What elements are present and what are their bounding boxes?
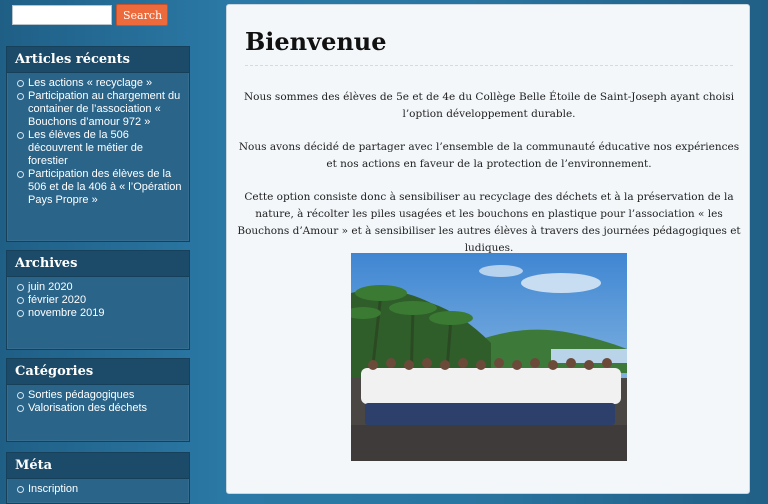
- main-content: Bienvenue Nous sommes des élèves de 5e e…: [226, 4, 750, 494]
- intro-paragraph: Cette option consiste donc à sensibilise…: [237, 191, 741, 254]
- group-photo-image: [351, 253, 627, 461]
- group-photo: [351, 253, 627, 461]
- widget-title-meta: Méta: [7, 453, 189, 479]
- archives-list: juin 2020 février 2020 novembre 2019: [7, 277, 189, 326]
- search-form: Search: [12, 4, 168, 26]
- widget-title-archives: Archives: [7, 251, 189, 277]
- categories-list: Sorties pédagogiques Valorisation des dé…: [7, 385, 189, 421]
- recent-articles-list: Les actions « recyclage » Participation …: [7, 73, 189, 213]
- sidebar: Search Articles récents Les actions « re…: [0, 0, 198, 504]
- categories-widget: Catégories Sorties pédagogiques Valorisa…: [6, 358, 190, 442]
- search-input[interactable]: [12, 5, 112, 25]
- recent-article-link[interactable]: Participation au chargement du container…: [17, 90, 183, 129]
- widget-title-recent: Articles récents: [7, 47, 189, 73]
- category-link[interactable]: Valorisation des déchets: [17, 402, 183, 415]
- archive-link[interactable]: février 2020: [17, 294, 183, 307]
- category-link[interactable]: Sorties pédagogiques: [17, 389, 183, 402]
- recent-article-link[interactable]: Les actions « recyclage »: [17, 77, 183, 90]
- widget-title-categories: Catégories: [7, 359, 189, 385]
- recent-article-link[interactable]: Les élèves de la 506 découvrent le métie…: [17, 129, 183, 168]
- intro-paragraph: Nous avons décidé de partager avec l’ens…: [238, 141, 740, 170]
- archives-widget: Archives juin 2020 février 2020 novembre…: [6, 250, 190, 350]
- recent-article-link[interactable]: Participation des élèves de la 506 et de…: [17, 168, 183, 207]
- title-divider: [245, 65, 733, 66]
- intro-paragraph: Nous sommes des élèves de 5e et de 4e du…: [243, 91, 735, 120]
- archive-link[interactable]: juin 2020: [17, 281, 183, 294]
- page-title: Bienvenue: [245, 27, 387, 56]
- archive-link[interactable]: novembre 2019: [17, 307, 183, 320]
- recent-articles-widget: Articles récents Les actions « recyclage…: [6, 46, 190, 242]
- meta-widget: Méta Inscription: [6, 452, 190, 504]
- meta-link[interactable]: Inscription: [17, 483, 183, 496]
- search-button[interactable]: Search: [116, 4, 168, 26]
